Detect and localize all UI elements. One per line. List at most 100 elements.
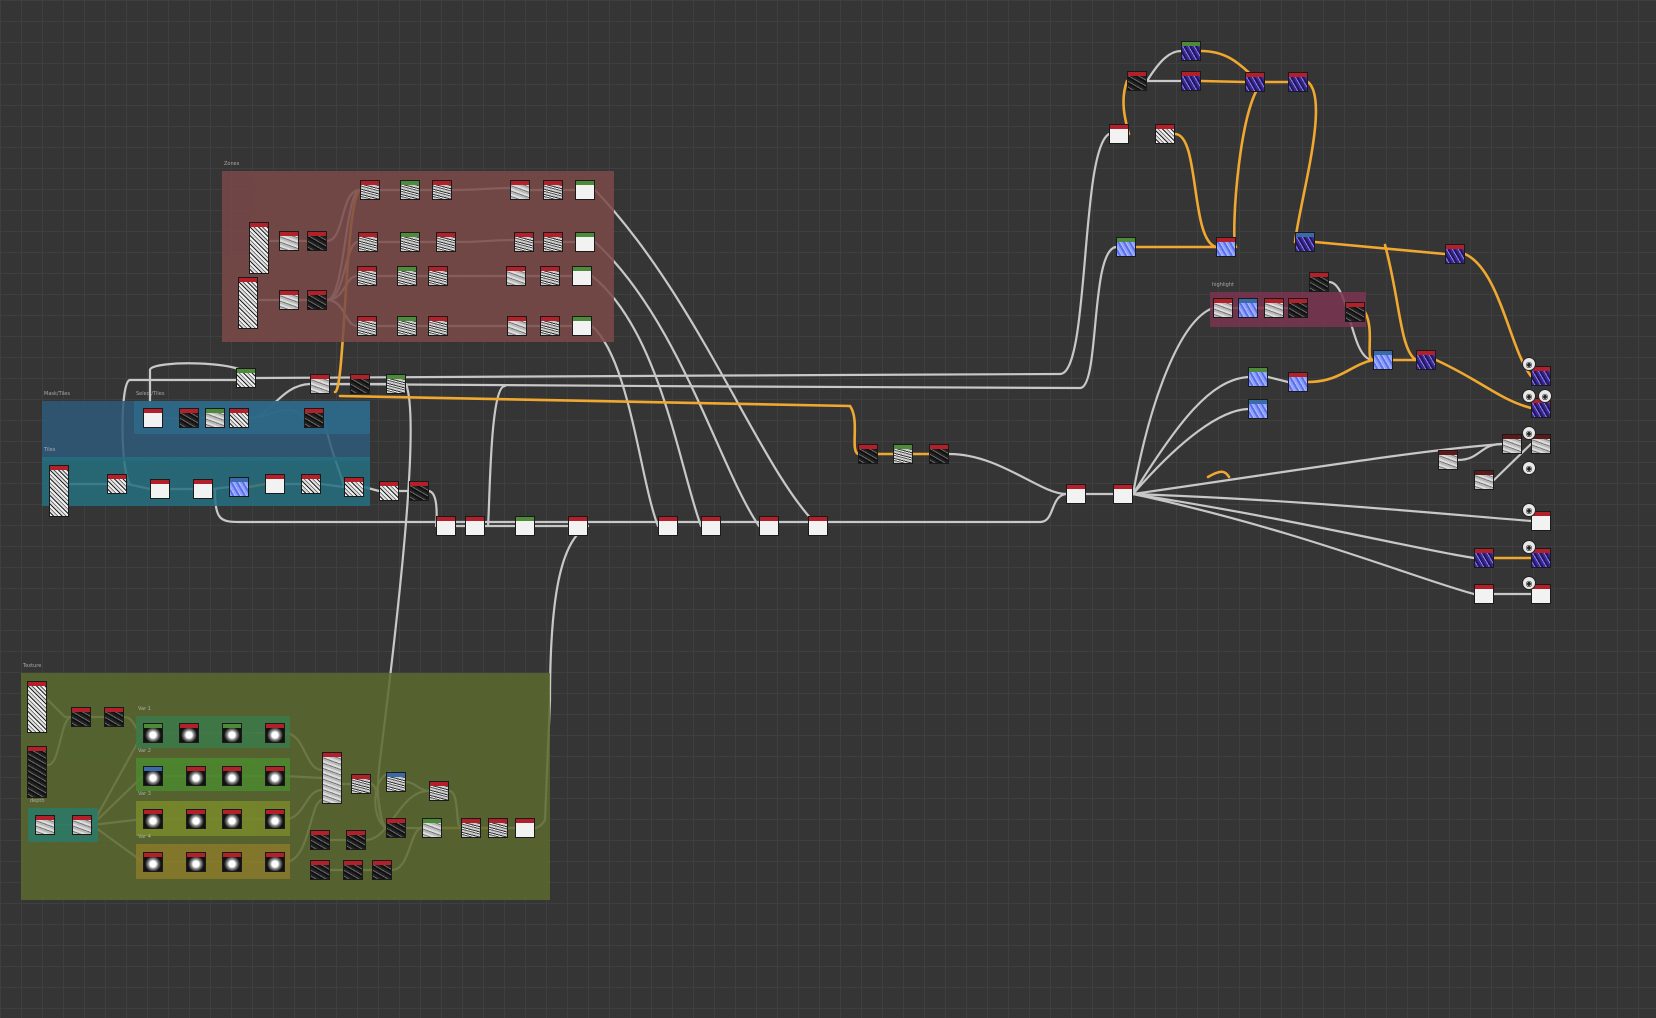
graph-node[interactable]: [1264, 298, 1284, 318]
graph-node[interactable]: [49, 465, 69, 517]
graph-node[interactable]: [461, 818, 481, 838]
graph-node[interactable]: [1238, 298, 1258, 318]
graph-node[interactable]: [568, 516, 588, 536]
graph-node[interactable]: [515, 516, 535, 536]
graph-node[interactable]: [143, 852, 163, 872]
graph-node[interactable]: [310, 860, 330, 880]
graph-node[interactable]: [465, 516, 485, 536]
graph-node[interactable]: [1288, 298, 1308, 318]
graph-node[interactable]: [488, 818, 508, 838]
graph-node[interactable]: [436, 232, 456, 252]
graph-node[interactable]: [409, 481, 429, 501]
graph-node[interactable]: [858, 444, 878, 464]
graph-node[interactable]: [351, 774, 371, 794]
graph-node[interactable]: [1181, 41, 1201, 61]
graph-node[interactable]: [1295, 232, 1315, 252]
output-marker-icon[interactable]: ◉: [1522, 540, 1536, 554]
graph-node[interactable]: [236, 368, 256, 388]
graph-node[interactable]: [27, 681, 47, 733]
graph-node[interactable]: [1373, 350, 1393, 370]
wire[interactable]: [1306, 358, 1375, 384]
output-marker-icon[interactable]: ◉: [1522, 357, 1536, 371]
graph-node[interactable]: [397, 316, 417, 336]
graph-node[interactable]: [107, 474, 127, 494]
graph-node[interactable]: [222, 809, 242, 829]
graph-node[interactable]: [1438, 450, 1458, 470]
output-marker-icon[interactable]: ◉: [1522, 426, 1536, 440]
graph-node[interactable]: [343, 860, 363, 880]
graph-node[interactable]: [186, 809, 206, 829]
graph-node[interactable]: [397, 266, 417, 286]
graph-node[interactable]: [1288, 372, 1308, 392]
node-graph-canvas[interactable]: Zones Mask/Tiles Select/Tiles Tiles Texture V…: [0, 0, 1656, 1018]
graph-node[interactable]: [1309, 272, 1329, 292]
graph-node[interactable]: [71, 707, 91, 727]
graph-node[interactable]: [360, 180, 380, 200]
graph-node[interactable]: [279, 290, 299, 310]
wire[interactable]: [1233, 80, 1267, 249]
graph-node[interactable]: [1248, 399, 1268, 419]
graph-node[interactable]: [432, 180, 452, 200]
graph-node[interactable]: [150, 479, 170, 499]
graph-node[interactable]: [893, 444, 913, 464]
wire[interactable]: [1463, 252, 1533, 378]
graph-node[interactable]: [1474, 584, 1494, 604]
output-marker-icon[interactable]: ◉: [1522, 461, 1536, 475]
graph-node[interactable]: [27, 746, 47, 798]
graph-node[interactable]: [322, 752, 342, 804]
graph-node[interactable]: [436, 516, 456, 536]
graph-node[interactable]: [143, 766, 163, 786]
graph-node[interactable]: [1245, 72, 1265, 92]
wire[interactable]: [1145, 49, 1183, 83]
graph-node[interactable]: [265, 723, 285, 743]
graph-node[interactable]: [386, 818, 406, 838]
graph-node[interactable]: [386, 772, 406, 792]
wire[interactable]: [1313, 240, 1447, 256]
graph-node[interactable]: [104, 707, 124, 727]
graph-node[interactable]: [1345, 302, 1365, 322]
graph-node[interactable]: [929, 444, 949, 464]
graph-node[interactable]: [229, 477, 249, 497]
graph-node[interactable]: [1109, 124, 1129, 144]
graph-node[interactable]: [265, 474, 285, 494]
graph-node[interactable]: [386, 374, 406, 394]
graph-node[interactable]: [1531, 366, 1551, 386]
graph-node[interactable]: [429, 781, 449, 801]
wire[interactable]: [1173, 132, 1218, 249]
graph-node[interactable]: [372, 860, 392, 880]
graph-node[interactable]: [1248, 367, 1268, 387]
graph-node[interactable]: [575, 232, 595, 252]
graph-node[interactable]: [1066, 484, 1086, 504]
graph-node[interactable]: [540, 266, 560, 286]
graph-node[interactable]: [701, 516, 721, 536]
graph-node[interactable]: [143, 809, 163, 829]
frame-select-tiles[interactable]: Select/Tiles: [134, 391, 370, 434]
graph-node[interactable]: [572, 266, 592, 286]
graph-node[interactable]: [808, 516, 828, 536]
wire[interactable]: [1383, 243, 1418, 362]
graph-node[interactable]: [575, 180, 595, 200]
graph-node[interactable]: [428, 266, 448, 286]
graph-node[interactable]: [1181, 71, 1201, 91]
graph-node[interactable]: [265, 852, 285, 872]
graph-node[interactable]: [428, 316, 448, 336]
graph-node[interactable]: [1416, 350, 1436, 370]
graph-node[interactable]: [222, 766, 242, 786]
graph-node[interactable]: [543, 232, 563, 252]
graph-node[interactable]: [1474, 470, 1494, 490]
wire[interactable]: [1434, 358, 1533, 410]
wire[interactable]: [1266, 375, 1290, 384]
graph-node[interactable]: [759, 516, 779, 536]
graph-node[interactable]: [265, 809, 285, 829]
graph-node[interactable]: [1445, 244, 1465, 264]
wire[interactable]: [338, 394, 860, 456]
graph-node[interactable]: [400, 180, 420, 200]
graph-node[interactable]: [506, 266, 526, 286]
wire[interactable]: [947, 452, 1068, 496]
graph-node[interactable]: [301, 474, 321, 494]
graph-node[interactable]: [514, 232, 534, 252]
graph-node[interactable]: [35, 815, 55, 835]
graph-node[interactable]: [510, 180, 530, 200]
wire[interactable]: [1199, 79, 1247, 84]
graph-node[interactable]: [507, 316, 527, 336]
